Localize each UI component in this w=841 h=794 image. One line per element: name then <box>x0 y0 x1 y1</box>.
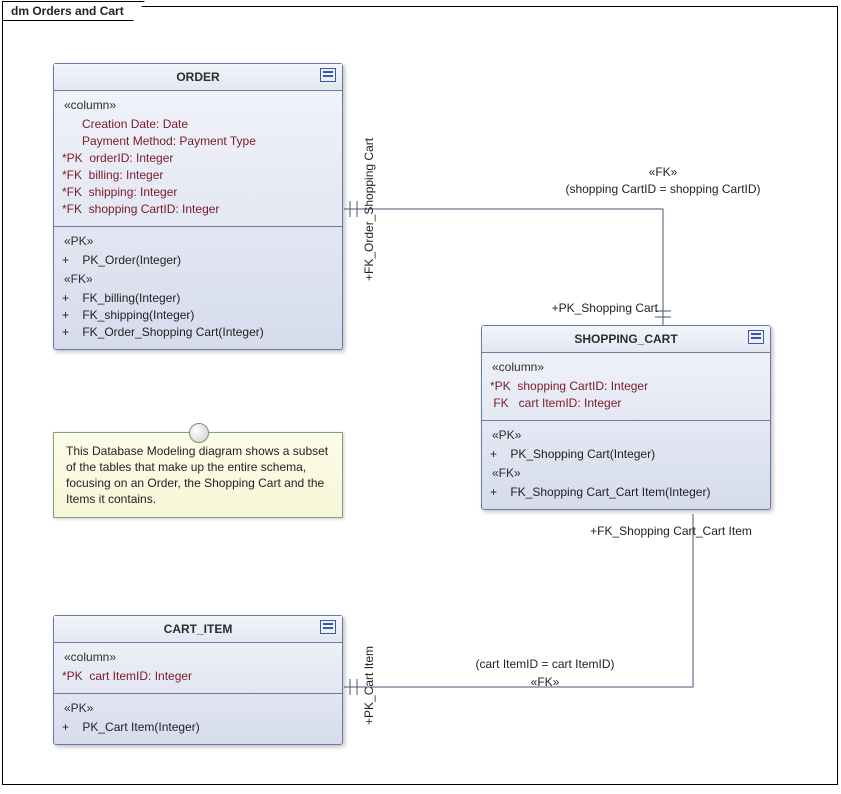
note-text: This Database Modeling diagram shows a s… <box>66 444 328 506</box>
assoc2-fk-stereo: «FK» <box>435 675 655 689</box>
pk-op: + PK_Cart Item(Integer) <box>62 719 334 736</box>
columns-section: «column» *PK cart ItemID: Integer <box>54 643 342 694</box>
pk-stereotype: «PK» <box>64 231 334 252</box>
entity-title: CART_ITEM <box>164 622 233 636</box>
assoc-role-fk: +FK_Order_Shopping Cart <box>362 119 376 299</box>
table-icon <box>320 620 336 634</box>
assoc-role-pk: +PK_Shopping Cart <box>513 301 658 315</box>
column-stereotype: «column» <box>492 357 762 378</box>
columns-section: «column» Creation Date: Date Payment Met… <box>54 91 342 227</box>
pk-op: + PK_Shopping Cart(Integer) <box>490 446 762 463</box>
column-row: *FK shopping CartID: Integer <box>62 201 334 218</box>
column-row: *PK shopping CartID: Integer <box>490 378 762 395</box>
keys-section: «PK» + PK_Shopping Cart(Integer) «FK» + … <box>482 421 770 509</box>
entity-order[interactable]: ORDER «column» Creation Date: Date Payme… <box>53 63 343 350</box>
note-pin-icon <box>189 423 209 443</box>
column-row: *FK shipping: Integer <box>62 184 334 201</box>
column-row: Payment Method: Payment Type <box>62 133 334 150</box>
fk-stereotype: «FK» <box>492 463 762 484</box>
assoc2-role-pk: +PK_Cart Item <box>362 625 376 745</box>
entity-title: ORDER <box>176 70 219 84</box>
assoc2-role-fk: +FK_Shopping Cart_Cart Item <box>561 524 781 538</box>
columns-section: «column» *PK shopping CartID: Integer FK… <box>482 353 770 421</box>
entity-cart-item[interactable]: CART_ITEM «column» *PK cart ItemID: Inte… <box>53 615 343 745</box>
entity-shopping-cart-header: SHOPPING_CART <box>482 326 770 353</box>
column-row: *FK billing: Integer <box>62 167 334 184</box>
assoc-join: (shopping CartID = shopping CartID) <box>523 182 803 196</box>
keys-section: «PK» + PK_Cart Item(Integer) <box>54 694 342 744</box>
column-row: *PK cart ItemID: Integer <box>62 668 334 685</box>
entity-cart-item-header: CART_ITEM <box>54 616 342 643</box>
entity-order-header: ORDER <box>54 64 342 91</box>
column-row: FK cart ItemID: Integer <box>490 395 762 412</box>
entity-title: SHOPPING_CART <box>574 332 677 346</box>
table-icon <box>320 68 336 82</box>
fk-op: + FK_Shopping Cart_Cart Item(Integer) <box>490 484 762 501</box>
column-stereotype: «column» <box>64 95 334 116</box>
diagram-title: dm Orders and Cart <box>2 1 145 21</box>
pk-op: + PK_Order(Integer) <box>62 252 334 269</box>
column-row: Creation Date: Date <box>62 116 334 133</box>
table-icon <box>748 330 764 344</box>
pk-stereotype: «PK» <box>492 425 762 446</box>
keys-section: «PK» + PK_Order(Integer) «FK» + FK_billi… <box>54 227 342 349</box>
diagram-note: This Database Modeling diagram shows a s… <box>53 432 343 518</box>
fk-op: + FK_shipping(Integer) <box>62 307 334 324</box>
entity-shopping-cart[interactable]: SHOPPING_CART «column» *PK shopping Cart… <box>481 325 771 510</box>
fk-stereotype: «FK» <box>64 269 334 290</box>
pk-stereotype: «PK» <box>64 698 334 719</box>
assoc2-join: (cart ItemID = cart ItemID) <box>435 657 655 671</box>
assoc-fk-stereo: «FK» <box>563 165 763 179</box>
column-stereotype: «column» <box>64 647 334 668</box>
diagram-frame: dm Orders and Cart ORDER «column» Creati… <box>2 6 838 785</box>
fk-op: + FK_billing(Integer) <box>62 290 334 307</box>
fk-op: + FK_Order_Shopping Cart(Integer) <box>62 324 334 341</box>
column-row: *PK orderID: Integer <box>62 150 334 167</box>
